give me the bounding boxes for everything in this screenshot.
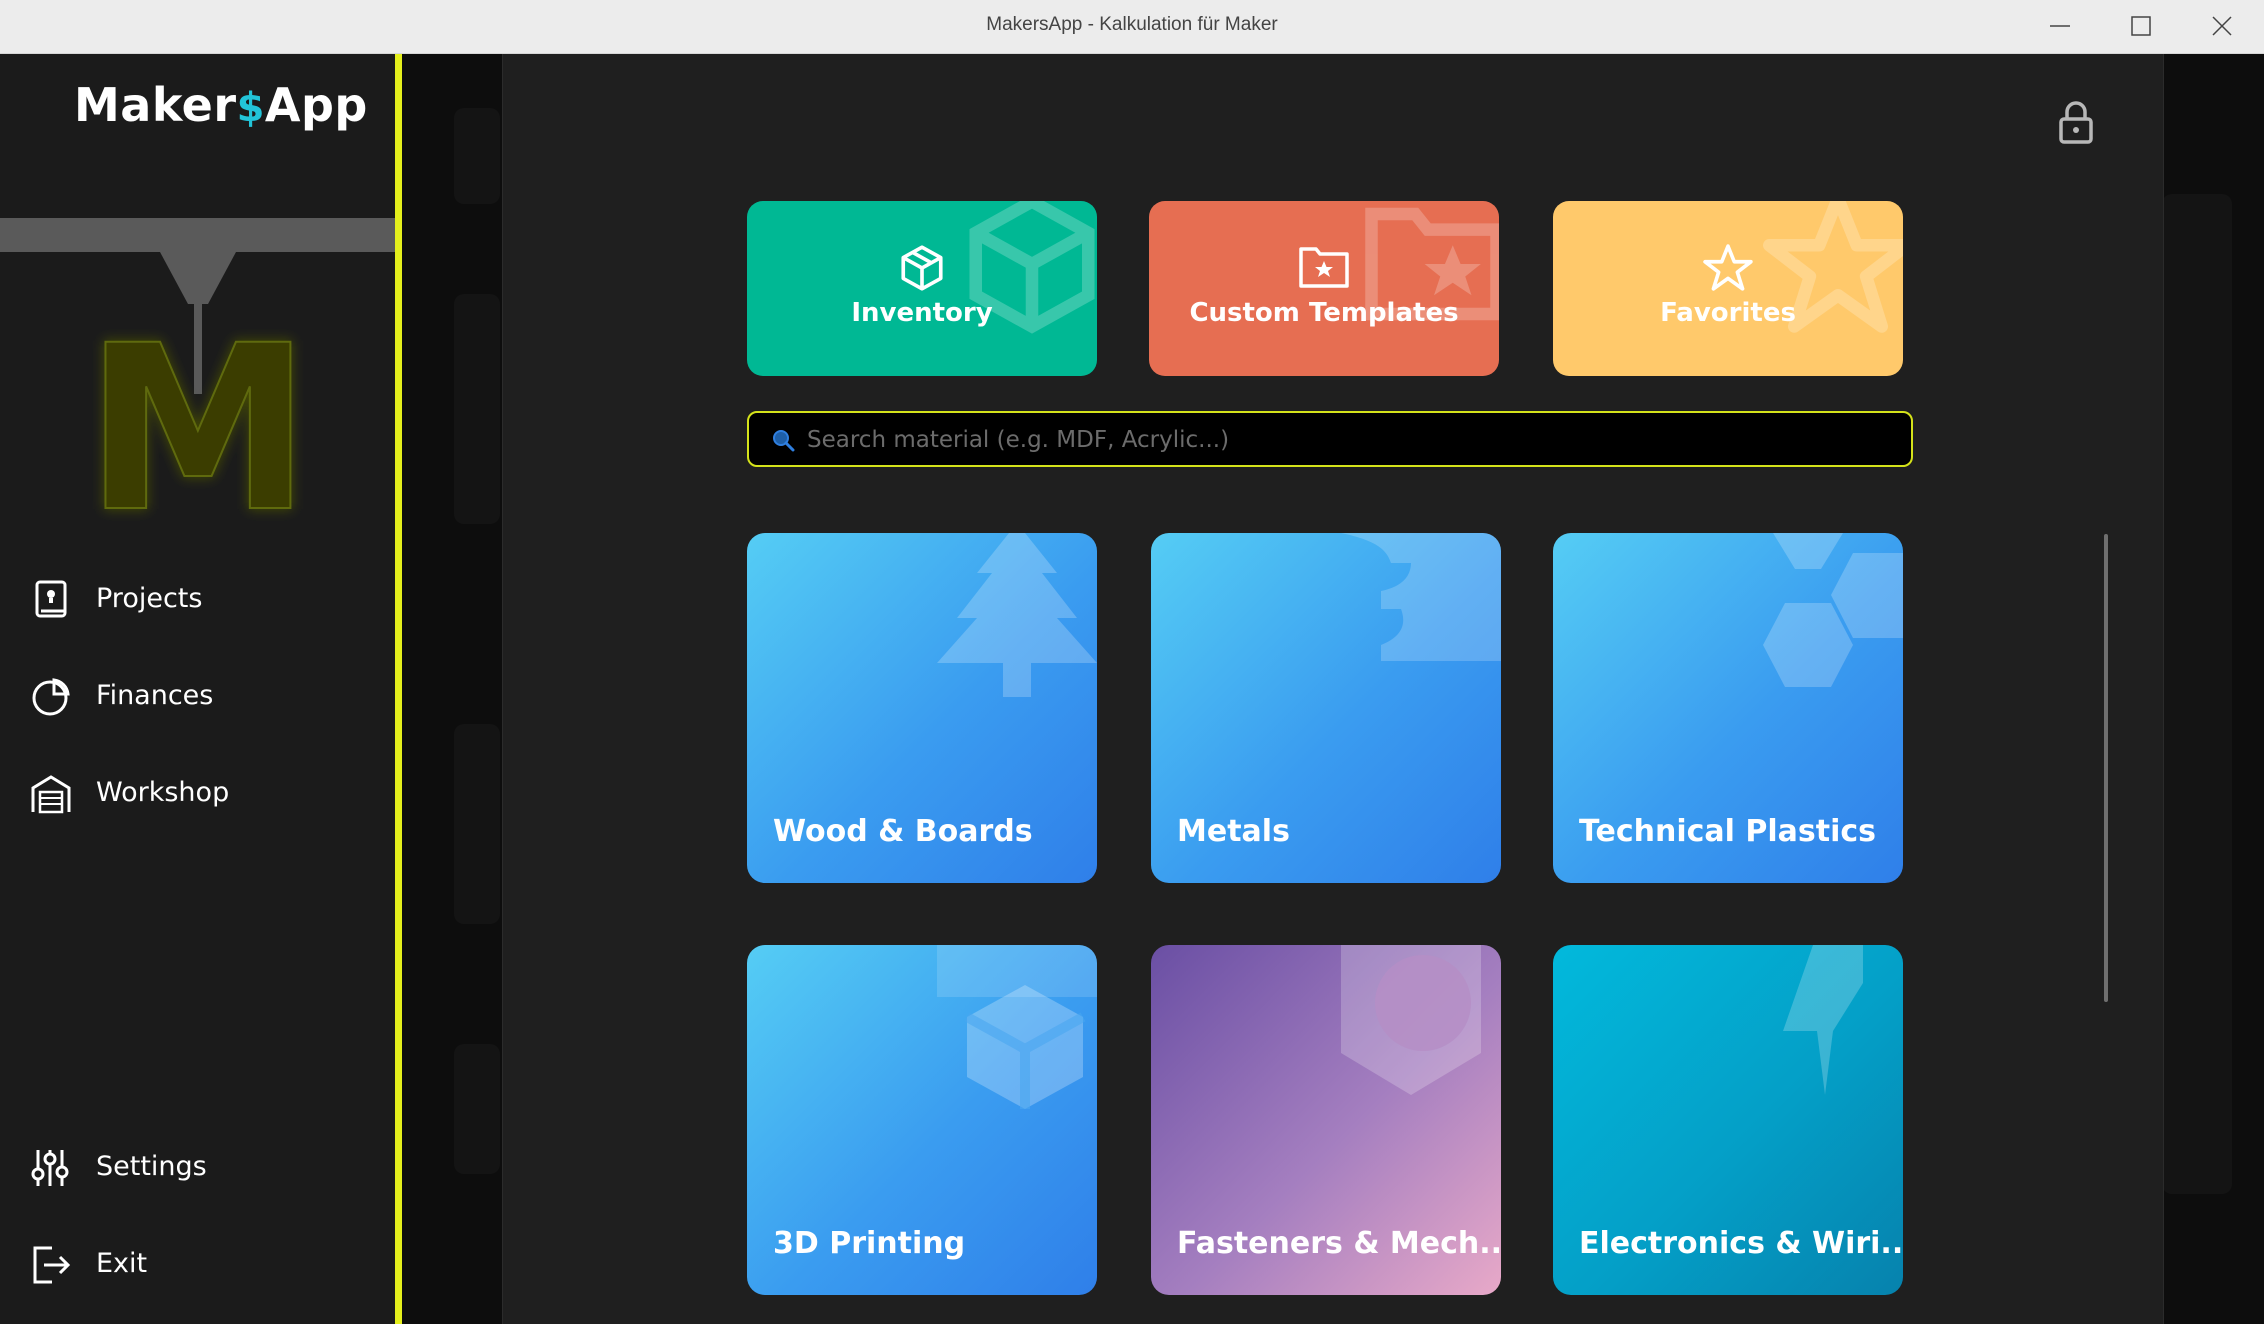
window-title: MakersApp - Kalkulation für Maker (986, 14, 1278, 35)
pie-chart-icon (32, 678, 70, 716)
logo-dollar-symbol: $ (236, 85, 265, 131)
window-titlebar: MakersApp - Kalkulation für Maker (0, 0, 2264, 54)
ghost-panel (454, 294, 500, 524)
app-logo: Maker$App (74, 78, 368, 132)
category-technical-plastics[interactable]: Technical Plastics (1553, 533, 1903, 883)
material-picker-modal: Inventory Custom Templates Favorites Sea… (502, 54, 2164, 1324)
logo-art-letter: M (85, 296, 312, 542)
category-label: Technical Plastics (1579, 814, 1876, 849)
lightning-icon (1783, 945, 1863, 1095)
logo-text-part1: Maker (74, 78, 237, 132)
maximize-button[interactable] (2105, 0, 2177, 53)
category-3d-printing[interactable]: 3D Printing (747, 945, 1097, 1295)
ghost-panel (2162, 194, 2232, 1194)
sidebar-item-exit[interactable]: Exit (0, 1225, 395, 1305)
search-icon (773, 430, 795, 452)
minimize-icon (2050, 25, 2070, 27)
sidebar-item-workshop[interactable]: Workshop (0, 754, 395, 834)
project-book-icon (35, 580, 67, 618)
quick-tile-favorites[interactable]: Favorites (1553, 201, 1903, 376)
category-metals[interactable]: Metals (1151, 533, 1501, 883)
minimize-button[interactable] (2024, 0, 2096, 53)
logo-text-part2: App (264, 78, 368, 132)
category-label: Electronics & Wiri... (1579, 1226, 1903, 1261)
category-fasteners-mech[interactable]: Fasteners & Mech... (1151, 945, 1501, 1295)
category-electronics-wiring[interactable]: Electronics & Wiri... (1553, 945, 1903, 1295)
sidebar-item-label: Workshop (96, 777, 230, 808)
sidebar-item-label: Exit (96, 1248, 148, 1279)
sidebar-item-settings[interactable]: Settings (0, 1128, 395, 1208)
logo-nozzle-art: M (0, 218, 395, 542)
quick-tile-label: Favorites (1660, 298, 1796, 328)
quick-tile-inventory[interactable]: Inventory (747, 201, 1097, 376)
exit-icon (33, 1246, 71, 1284)
category-label: 3D Printing (773, 1226, 966, 1261)
close-button[interactable] (2186, 0, 2258, 53)
sliders-icon (31, 1150, 69, 1186)
sidebar: Maker$App M Projects Finances Workshop S… (0, 54, 402, 1324)
nut-icon (1341, 945, 1481, 1095)
material-search-input[interactable] (805, 413, 1899, 467)
anvil-icon (1341, 533, 1501, 661)
sidebar-item-projects[interactable]: Projects (0, 560, 395, 640)
cube-icon (937, 945, 1097, 1109)
quick-tile-label: Custom Templates (1189, 298, 1459, 328)
hexagons-icon (1763, 533, 1903, 687)
box-icon (901, 245, 943, 291)
sidebar-item-label: Finances (96, 680, 214, 711)
category-label: Wood & Boards (773, 814, 1033, 849)
sidebar-item-finances[interactable]: Finances (0, 657, 395, 737)
quick-tile-label: Inventory (851, 298, 993, 328)
category-label: Metals (1177, 814, 1290, 849)
quick-tile-custom-templates[interactable]: Custom Templates (1149, 201, 1499, 376)
category-wood-boards[interactable]: Wood & Boards (747, 533, 1097, 883)
modal-scrollbar[interactable] (2104, 534, 2108, 1002)
ghost-panel (454, 724, 500, 924)
ghost-panel (454, 108, 500, 204)
maximize-icon (2131, 16, 2151, 36)
close-icon (2212, 16, 2232, 36)
ghost-panel (454, 1044, 500, 1174)
category-label: Fasteners & Mech... (1177, 1226, 1501, 1261)
sidebar-item-label: Settings (96, 1151, 207, 1182)
folder-star-icon (1299, 247, 1349, 288)
material-search-box[interactable] (747, 411, 1913, 467)
garage-icon (31, 775, 71, 814)
tree-icon (937, 533, 1097, 697)
star-icon (1703, 244, 1753, 291)
sidebar-item-label: Projects (96, 583, 203, 614)
lock-icon[interactable] (2056, 99, 2096, 145)
